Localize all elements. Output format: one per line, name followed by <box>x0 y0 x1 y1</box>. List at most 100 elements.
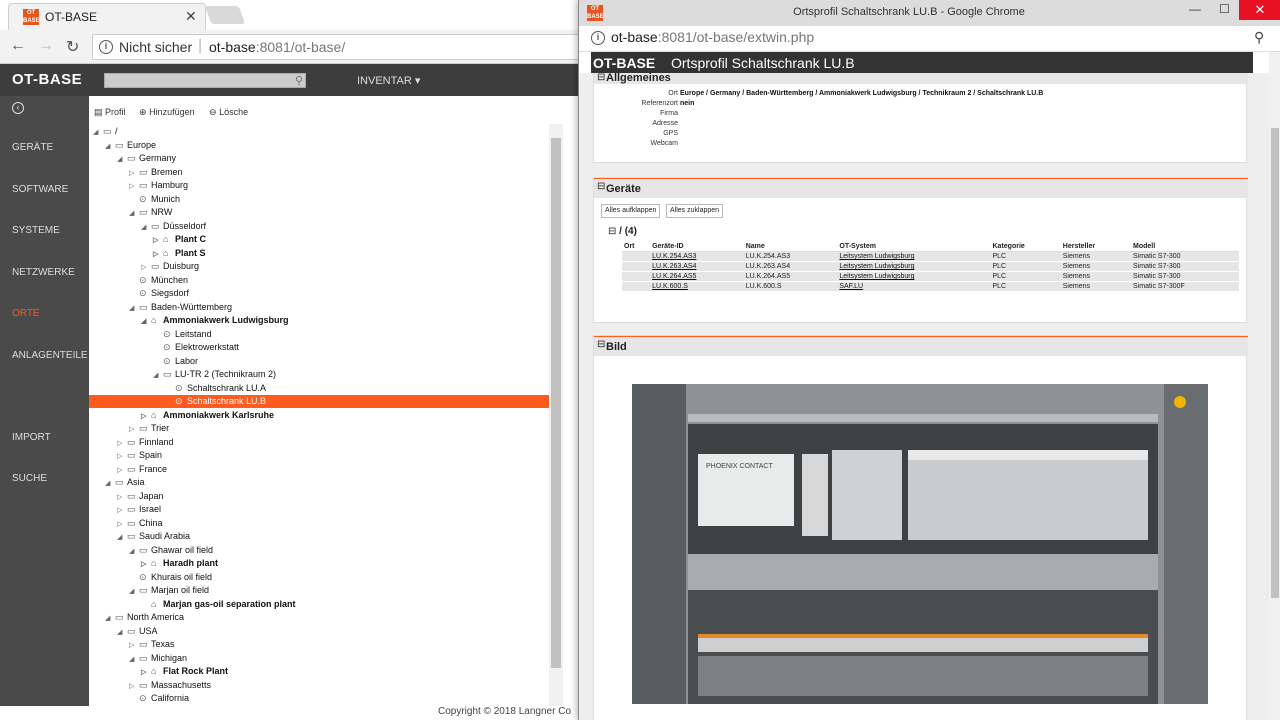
tree-expander-icon[interactable]: ◢ <box>153 369 163 382</box>
tree-node[interactable]: ◢ ▭ USA <box>117 625 158 638</box>
tree-expander-icon[interactable]: ◢ <box>129 585 139 598</box>
column-header[interactable]: Hersteller <box>1060 242 1132 252</box>
ot-system-link[interactable]: Leitsystem Ludwigsburg <box>839 253 914 260</box>
tree-node[interactable]: ▷ ▭ France <box>117 463 167 476</box>
tree-node[interactable]: ▷ ▭ China <box>117 517 163 530</box>
tree-expander-icon[interactable]: ◢ <box>117 626 127 639</box>
tab-close-icon[interactable]: ✕ <box>185 8 197 25</box>
tree-expander-icon[interactable]: ▷ <box>141 410 151 423</box>
tree-node[interactable]: ▷ ▭ Bremen <box>129 166 183 179</box>
group-collapse-icon[interactable]: ⊟ <box>608 226 619 237</box>
ot-system-link[interactable]: Leitsystem Ludwigsburg <box>839 273 914 280</box>
tree-expander-icon[interactable]: ◢ <box>105 477 115 490</box>
popup-scrollbar-thumb[interactable] <box>1271 128 1279 598</box>
tree-node[interactable]: ◢ ▭ Baden-Württemberg <box>129 301 232 314</box>
tree-node[interactable]: ▷ ▭ Hamburg <box>129 179 188 192</box>
column-header[interactable]: Geräte-ID <box>650 242 744 252</box>
tree-node[interactable]: ◢ ▭ Asia <box>105 476 145 489</box>
expand-all-button[interactable]: Alles aufklappen <box>601 204 661 218</box>
tree-node[interactable]: ▷ ▭ Duisburg <box>141 260 199 273</box>
tree-expander-icon[interactable]: ◢ <box>117 153 127 166</box>
tree-node[interactable]: ⊙ Leitstand <box>153 328 212 341</box>
new-tab-button[interactable] <box>204 6 246 24</box>
tree-expander-icon[interactable]: ▷ <box>117 437 127 450</box>
tree-node[interactable]: ▷ ⌂ Ammoniakwerk Karlsruhe <box>141 409 274 422</box>
tree-expander-icon[interactable]: ▷ <box>129 180 139 193</box>
tree-node[interactable]: ◢ ▭ Michigan <box>129 652 187 665</box>
tree-scrollbar-thumb[interactable] <box>551 138 561 668</box>
tree-node[interactable]: ▷ ▭ Spain <box>117 449 162 462</box>
popup-url-text[interactable]: ot-base:8081/ot-base/extwin.php <box>611 29 814 45</box>
tree-expander-icon[interactable]: ▷ <box>141 261 151 274</box>
table-row[interactable]: LU.K.264.AS5 LU.K.264.AS5 Leitsystem Ludwi… <box>622 271 1239 282</box>
tree-node[interactable]: ⊙ Schaltschrank LU.A <box>165 382 266 395</box>
tree-node[interactable]: ▷ ⌂ Haradh plant <box>141 557 218 570</box>
ot-system-link[interactable]: Leitsystem Ludwigsburg <box>839 263 914 270</box>
sidebar-item-software[interactable]: SOFTWARE <box>12 184 68 195</box>
tree-expander-icon[interactable]: ▷ <box>141 558 151 571</box>
browser-tab[interactable]: OT BASE OT-BASE ✕ <box>8 3 206 30</box>
tree-node[interactable]: ⊙ Labor <box>153 355 198 368</box>
column-header[interactable]: OT-System <box>837 242 991 252</box>
tree-expander-icon[interactable]: ◢ <box>105 612 115 625</box>
device-id-link[interactable]: LU.K.264.AS5 <box>652 273 696 280</box>
tree-expander-icon[interactable]: ▷ <box>117 464 127 477</box>
profile-button[interactable]: ▤ Profil <box>94 107 126 118</box>
tree-expander-icon[interactable]: ◢ <box>141 221 151 234</box>
table-row[interactable]: LU.K.600.S LU.K.600.S SAF.LU PLC Siemens Sima… <box>622 281 1239 292</box>
tree-expander-icon[interactable]: ▷ <box>117 518 127 531</box>
column-header[interactable]: Kategorie <box>990 242 1061 252</box>
forward-arrow-icon[interactable]: → <box>38 37 54 55</box>
table-row[interactable]: LU.K.254.AS3 LU.K.254.AS3 Leitsystem Ludwi… <box>622 251 1239 262</box>
tree-expander-icon[interactable]: ◢ <box>129 207 139 220</box>
device-id-link[interactable]: LU.K.600.S <box>652 283 688 290</box>
device-id-link[interactable]: LU.K.263.AS4 <box>652 263 696 270</box>
search-input[interactable]: ⚲ <box>104 73 306 88</box>
table-row[interactable]: LU.K.263.AS4 LU.K.263.AS4 Leitsystem Ludwi… <box>622 261 1239 272</box>
tree-node[interactable]: ▷ ▭ Massachusetts <box>129 679 211 692</box>
tree-node[interactable]: ▷ ⌂ Plant S <box>153 247 206 260</box>
tree-expander-icon[interactable]: ▷ <box>141 666 151 679</box>
tree-expander-icon[interactable]: ▷ <box>129 167 139 180</box>
tree-node[interactable]: ◢ ▭ NRW <box>129 206 172 219</box>
tree-node[interactable]: ▷ ⌂ Flat Rock Plant <box>141 665 228 678</box>
inventar-menu[interactable]: INVENTAR ▾ <box>357 74 420 87</box>
tree-expander-icon[interactable]: ◢ <box>93 126 103 139</box>
tree-node[interactable]: ⊙ California <box>129 692 189 705</box>
back-arrow-icon[interactable]: ← <box>10 37 26 55</box>
tree-node[interactable]: ⊙ Elektrowerkstatt <box>153 341 239 354</box>
device-id-link[interactable]: LU.K.254.AS3 <box>652 253 696 260</box>
tree-node[interactable]: ▷ ▭ Japan <box>117 490 164 503</box>
sidebar-item-import[interactable]: IMPORT <box>12 432 51 443</box>
tree-node[interactable]: ◢ ▭ Marjan oil field <box>129 584 209 597</box>
maximize-icon[interactable]: ☐ <box>1219 2 1230 16</box>
url-input[interactable]: i Nicht sicher | ot-base:8081/ot-base/ <box>92 34 582 60</box>
sidebar-back-icon[interactable]: ‹ <box>12 102 24 114</box>
device-group[interactable]: ⊟ / (4) <box>608 226 637 237</box>
reload-icon[interactable]: ↻ <box>66 37 79 57</box>
tree-expander-icon[interactable]: ▷ <box>153 248 163 261</box>
collapse-icon[interactable]: ⊟ <box>597 181 605 192</box>
collapse-icon[interactable]: ⊟ <box>597 73 605 83</box>
tree-node[interactable]: ◢ ▭ Europe <box>105 139 156 152</box>
tree-expander-icon[interactable]: ▷ <box>129 639 139 652</box>
sidebar-item-anlagenteile[interactable]: ANLAGENTEILE <box>12 350 88 361</box>
tree-node[interactable]: ⊙ München <box>129 274 188 287</box>
tree-scrollbar[interactable] <box>549 124 563 706</box>
tree-node[interactable]: ◢ ⌂ Ammoniakwerk Ludwigsburg <box>141 314 289 327</box>
tree-node[interactable]: ▷ ▭ Trier <box>129 422 169 435</box>
window-close-icon[interactable]: ✕ <box>1239 0 1280 20</box>
sidebar-item-netzwerke[interactable]: NETZWERKE <box>12 267 75 278</box>
tree-node[interactable]: ▷ ▭ Texas <box>129 638 175 651</box>
tree-node[interactable]: ◢ ▭ Germany <box>117 152 176 165</box>
popup-scrollbar[interactable] <box>1269 52 1280 720</box>
tree-expander-icon[interactable]: ▷ <box>129 680 139 693</box>
tree-expander-icon[interactable]: ▷ <box>153 234 163 247</box>
zoom-icon[interactable]: ⚲ <box>1254 29 1264 46</box>
tree-node[interactable]: ⊙ Schaltschrank LU.B <box>89 395 549 408</box>
collapse-all-button[interactable]: Alles zuklappen <box>666 204 724 218</box>
tree-node[interactable]: ⌂ Marjan gas-oil separation plant <box>141 598 296 611</box>
minimize-icon[interactable]: — <box>1189 2 1201 16</box>
tree-node[interactable]: ◢ ▭ / <box>93 125 118 138</box>
tree-expander-icon[interactable]: ◢ <box>129 653 139 666</box>
